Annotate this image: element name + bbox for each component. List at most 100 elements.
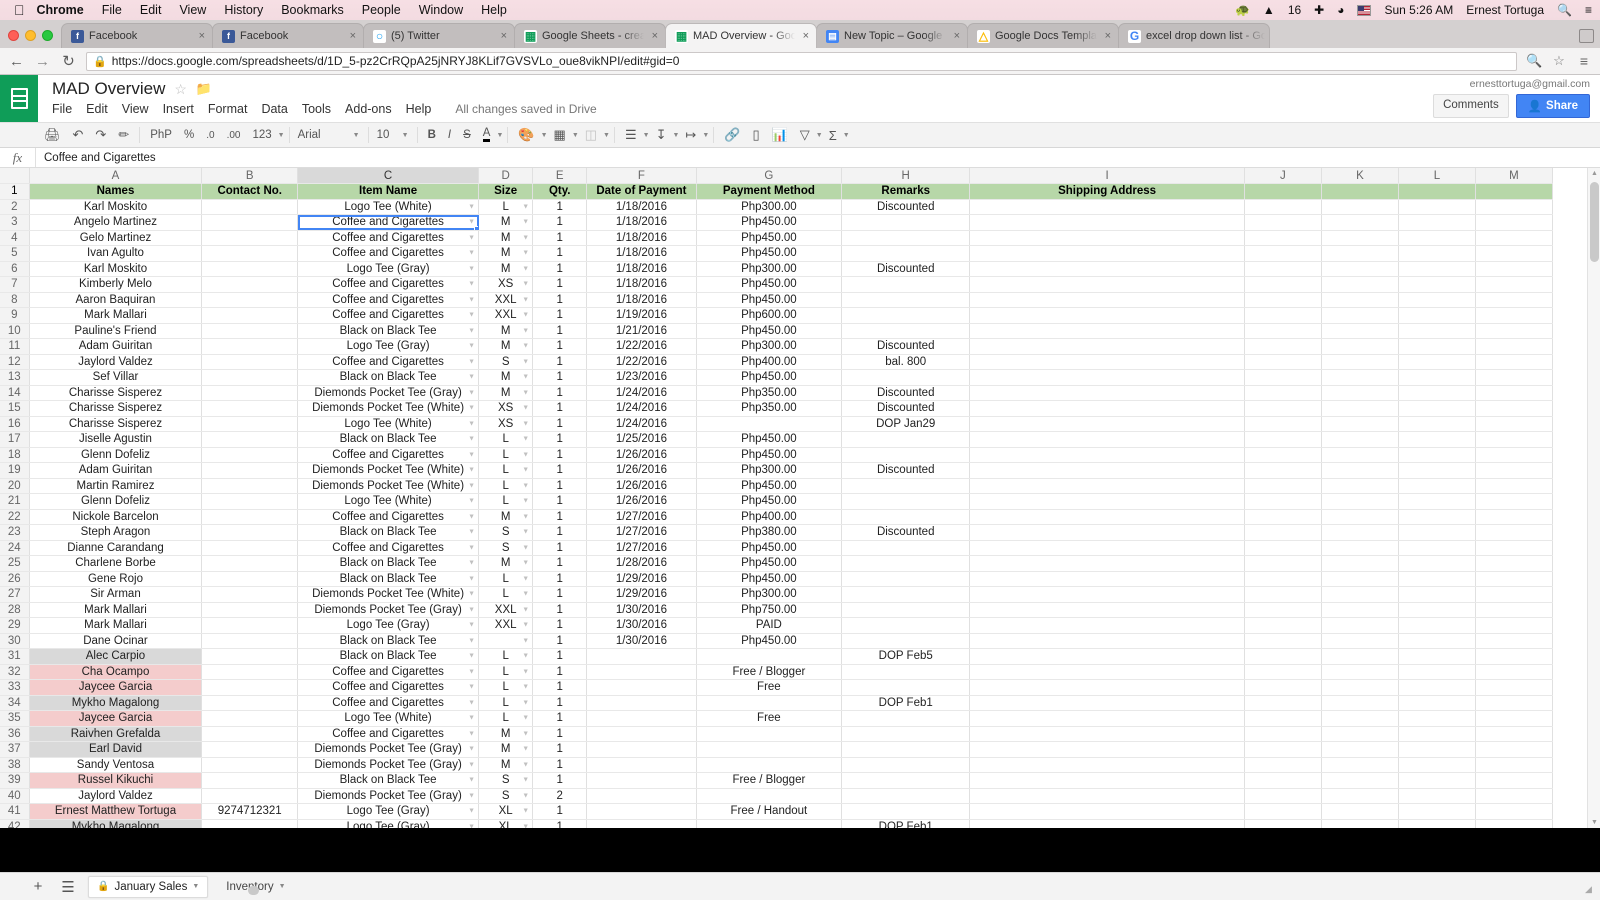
table-row[interactable]: 6Karl MoskitoLogo Tee (Gray)▼M▼11/18/201… bbox=[0, 261, 1553, 277]
data-validation-chevron-down-icon[interactable]: ▼ bbox=[522, 467, 529, 474]
cell-shipping-address-row-41[interactable] bbox=[970, 804, 1245, 820]
cell-shipping-address-row-13[interactable] bbox=[970, 370, 1245, 386]
column-header-b[interactable]: B bbox=[202, 168, 298, 184]
menubar-item-bookmarks[interactable]: Bookmarks bbox=[281, 3, 344, 17]
data-validation-chevron-down-icon[interactable]: ▼ bbox=[522, 637, 529, 644]
data-validation-chevron-down-icon[interactable]: ▼ bbox=[468, 529, 475, 536]
cell-col-l-row-28[interactable] bbox=[1398, 602, 1475, 618]
table-row[interactable]: 36Raivhen GrefaldaCoffee and Cigarettes▼… bbox=[0, 726, 1553, 742]
cell-shipping-address-row-19[interactable] bbox=[970, 463, 1245, 479]
cell-item-name-row-31[interactable]: Black on Black Tee▼ bbox=[298, 649, 479, 665]
cell-col-l-row-16[interactable] bbox=[1398, 416, 1475, 432]
cell-col-k-row-18[interactable] bbox=[1321, 447, 1398, 463]
cell-col-m-row-20[interactable] bbox=[1475, 478, 1552, 494]
cell-col-k-row-9[interactable] bbox=[1321, 308, 1398, 324]
cell-payment-method-row-4[interactable]: Php450.00 bbox=[696, 230, 842, 246]
cell-contact-no-row-5[interactable] bbox=[202, 246, 298, 262]
cell-item-name-row-10[interactable]: Black on Black Tee▼ bbox=[298, 323, 479, 339]
cell-names-row-9[interactable]: Mark Mallari bbox=[29, 308, 202, 324]
cell-remarks-row-14[interactable]: Discounted bbox=[842, 385, 970, 401]
cell-size-row-39[interactable]: S▼ bbox=[479, 773, 533, 789]
row-header-31[interactable]: 31 bbox=[0, 649, 29, 665]
cell-names-row-41[interactable]: Ernest Matthew Tortuga bbox=[29, 804, 202, 820]
table-row[interactable]: 29Mark MallariLogo Tee (Gray)▼XXL▼11/30/… bbox=[0, 618, 1553, 634]
cell-size-row-8[interactable]: XXL▼ bbox=[479, 292, 533, 308]
cell-col-m-row-28[interactable] bbox=[1475, 602, 1552, 618]
cell-names-row-29[interactable]: Mark Mallari bbox=[29, 618, 202, 634]
cell-item-name-row-34[interactable]: Coffee and Cigarettes▼ bbox=[298, 695, 479, 711]
folder-icon[interactable]: 📁 bbox=[196, 81, 212, 97]
data-validation-chevron-down-icon[interactable]: ▼ bbox=[522, 777, 529, 784]
cell-item-name-row-9[interactable]: Coffee and Cigarettes▼ bbox=[298, 308, 479, 324]
cell-contact-no-row-10[interactable] bbox=[202, 323, 298, 339]
cell-col-m-row-39[interactable] bbox=[1475, 773, 1552, 789]
cell-contact-no-row-29[interactable] bbox=[202, 618, 298, 634]
cell-names-row-27[interactable]: Sir Arman bbox=[29, 587, 202, 603]
cell-payment-method-row-14[interactable]: Php350.00 bbox=[696, 385, 842, 401]
cell-size-row-36[interactable]: M▼ bbox=[479, 726, 533, 742]
print-icon[interactable]: 🖨 bbox=[38, 125, 67, 145]
cell-size-row-24[interactable]: S▼ bbox=[479, 540, 533, 556]
cell-col-l-row-34[interactable] bbox=[1398, 695, 1475, 711]
cell-qty-row-12[interactable]: 1 bbox=[533, 354, 587, 370]
cell-item-name-row-3[interactable]: Coffee and Cigarettes▼ bbox=[298, 215, 479, 231]
cell-remarks-row-16[interactable]: DOP Jan29 bbox=[842, 416, 970, 432]
header-cell-k[interactable] bbox=[1321, 184, 1398, 200]
row-header-13[interactable]: 13 bbox=[0, 370, 29, 386]
cell-names-row-21[interactable]: Glenn Dofeliz bbox=[29, 494, 202, 510]
cell-col-l-row-9[interactable] bbox=[1398, 308, 1475, 324]
cell-date-of-payment-row-30[interactable]: 1/30/2016 bbox=[587, 633, 696, 649]
data-validation-chevron-down-icon[interactable]: ▼ bbox=[522, 219, 529, 226]
cell-col-m-row-40[interactable] bbox=[1475, 788, 1552, 804]
cell-remarks-row-27[interactable] bbox=[842, 587, 970, 603]
cell-date-of-payment-row-40[interactable] bbox=[587, 788, 696, 804]
cell-item-name-row-42[interactable]: Logo Tee (Gray)▼ bbox=[298, 819, 479, 828]
cell-col-l-row-14[interactable] bbox=[1398, 385, 1475, 401]
increase-decimal-button[interactable]: .00 bbox=[221, 125, 247, 145]
row-header-32[interactable]: 32 bbox=[0, 664, 29, 680]
cell-shipping-address-row-26[interactable] bbox=[970, 571, 1245, 587]
cell-item-name-row-25[interactable]: Black on Black Tee▼ bbox=[298, 556, 479, 572]
cell-col-k-row-10[interactable] bbox=[1321, 323, 1398, 339]
table-row[interactable]: 14Charisse SisperezDiemonds Pocket Tee (… bbox=[0, 385, 1553, 401]
cell-col-j-row-35[interactable] bbox=[1244, 711, 1321, 727]
table-row[interactable]: 25Charlene BorbeBlack on Black Tee▼M▼11/… bbox=[0, 556, 1553, 572]
cell-shipping-address-row-6[interactable] bbox=[970, 261, 1245, 277]
cell-qty-row-38[interactable]: 1 bbox=[533, 757, 587, 773]
menubar-item-edit[interactable]: Edit bbox=[140, 3, 162, 17]
menubar-item-view[interactable]: View bbox=[179, 3, 206, 17]
cell-col-k-row-21[interactable] bbox=[1321, 494, 1398, 510]
header-cell-names[interactable]: Names bbox=[29, 184, 202, 200]
data-validation-chevron-down-icon[interactable]: ▼ bbox=[468, 730, 475, 737]
row-header-41[interactable]: 41 bbox=[0, 804, 29, 820]
table-row[interactable]: 37Earl DavidDiemonds Pocket Tee (Gray)▼M… bbox=[0, 742, 1553, 758]
table-row[interactable]: 10Pauline's FriendBlack on Black Tee▼M▼1… bbox=[0, 323, 1553, 339]
cell-item-name-row-12[interactable]: Coffee and Cigarettes▼ bbox=[298, 354, 479, 370]
row-header-6[interactable]: 6 bbox=[0, 261, 29, 277]
cell-shipping-address-row-9[interactable] bbox=[970, 308, 1245, 324]
data-validation-chevron-down-icon[interactable]: ▼ bbox=[468, 560, 475, 567]
data-validation-chevron-down-icon[interactable]: ▼ bbox=[522, 544, 529, 551]
cell-payment-method-row-41[interactable]: Free / Handout bbox=[696, 804, 842, 820]
close-tab-icon[interactable]: × bbox=[649, 30, 661, 42]
cell-names-row-12[interactable]: Jaylord Valdez bbox=[29, 354, 202, 370]
close-tab-icon[interactable]: × bbox=[347, 30, 359, 42]
data-validation-chevron-down-icon[interactable]: ▼ bbox=[522, 203, 529, 210]
cell-shipping-address-row-15[interactable] bbox=[970, 401, 1245, 417]
data-validation-chevron-down-icon[interactable]: ▼ bbox=[522, 684, 529, 691]
cell-col-m-row-30[interactable] bbox=[1475, 633, 1552, 649]
cell-item-name-row-20[interactable]: Diemonds Pocket Tee (White)▼ bbox=[298, 478, 479, 494]
cell-payment-method-row-30[interactable]: Php450.00 bbox=[696, 633, 842, 649]
menubar-item-help[interactable]: Help bbox=[481, 3, 507, 17]
row-header-23[interactable]: 23 bbox=[0, 525, 29, 541]
cell-date-of-payment-row-41[interactable] bbox=[587, 804, 696, 820]
cell-col-k-row-33[interactable] bbox=[1321, 680, 1398, 696]
cell-col-j-row-37[interactable] bbox=[1244, 742, 1321, 758]
cell-names-row-2[interactable]: Karl Moskito bbox=[29, 199, 202, 215]
cell-col-k-row-6[interactable] bbox=[1321, 261, 1398, 277]
cell-size-row-18[interactable]: L▼ bbox=[479, 447, 533, 463]
data-validation-chevron-down-icon[interactable]: ▼ bbox=[522, 482, 529, 489]
table-row[interactable]: 22Nickole BarcelonCoffee and Cigarettes▼… bbox=[0, 509, 1553, 525]
cell-payment-method-row-19[interactable]: Php300.00 bbox=[696, 463, 842, 479]
cell-date-of-payment-row-21[interactable]: 1/26/2016 bbox=[587, 494, 696, 510]
